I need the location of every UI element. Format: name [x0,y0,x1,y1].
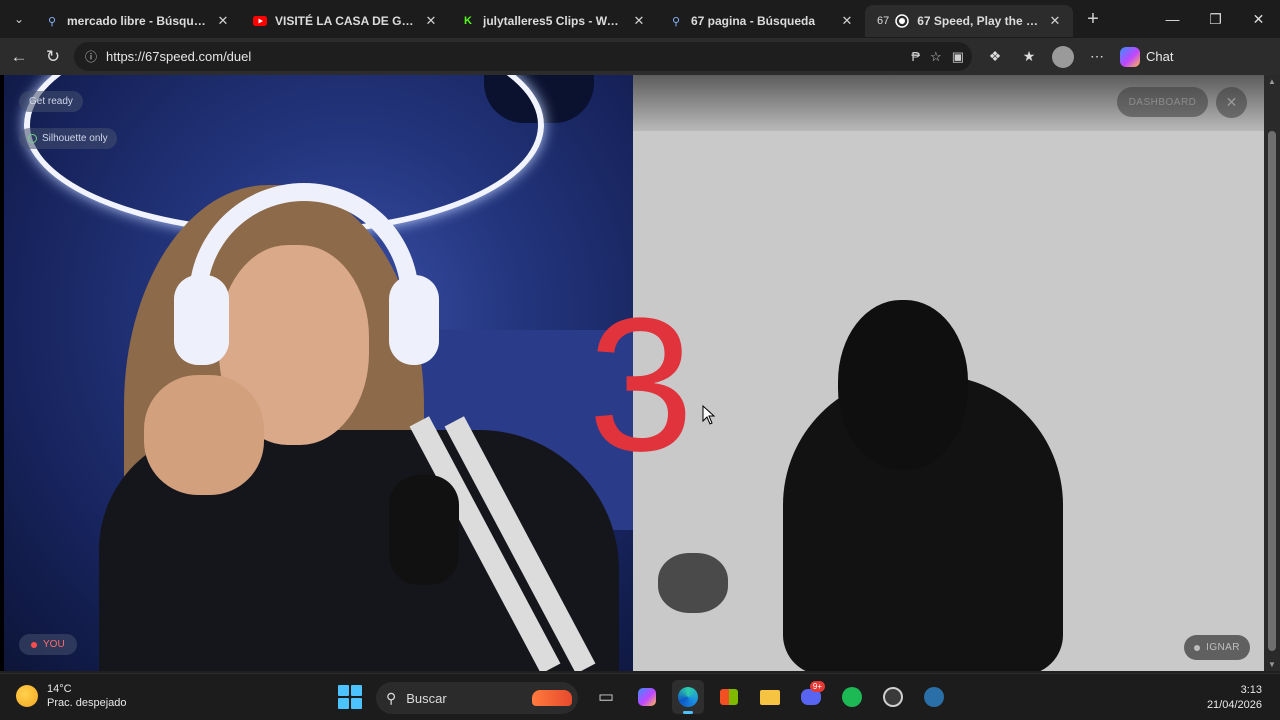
microsoft-store-icon[interactable] [713,680,745,714]
silhouette-only-badge: Silhouette only [19,128,117,149]
scroll-up-arrow-icon[interactable]: ▲ [1264,77,1280,86]
kick-icon: K [464,15,472,27]
discord-icon[interactable]: 9+ [795,680,827,714]
player-camera-feed: Get ready Silhouette only YOU [4,75,633,671]
extensions-icon[interactable]: ❖ [980,42,1010,72]
countdown-number: 3 [588,279,694,491]
page-viewport: Get ready Silhouette only YOU 3 DASHBOAR… [0,75,1280,671]
scroll-down-arrow-icon[interactable]: ▼ [1264,660,1280,669]
browser-toolbar: ← ↻ ⓘ https://67speed.com/duel ₱ ☆ ▣ ❖ ★… [0,38,1280,75]
headset-earcup [389,275,439,365]
close-tab-icon[interactable]: ✕ [423,13,439,29]
tab-mercado-libre[interactable]: ⚲ mercado libre - Búsqueda ✕ [33,5,241,37]
back-arrow-icon[interactable]: ← [4,42,34,72]
copilot-icon [1120,46,1140,67]
ignore-button[interactable]: IGNAR [1184,635,1250,660]
check-circle-icon [28,134,37,143]
profile-avatar[interactable] [1048,42,1078,72]
streamer-hand [144,375,264,495]
sun-weather-icon [16,685,38,707]
search-icon: ⚲ [671,15,681,28]
tab-67-speed[interactable]: 67 67 Speed, Play the Viral 67 Game ✕ [865,5,1073,37]
silhouette-artifact [658,553,728,613]
taskbar-search[interactable]: ⚲ Buscar [376,682,578,714]
dot-icon [1194,644,1201,651]
obs-icon[interactable] [877,680,909,714]
opponent-silhouette-head [838,300,968,470]
you-badge: YOU [19,634,77,655]
edge-icon[interactable] [672,680,704,714]
scrollbar-thumb[interactable] [1268,131,1276,651]
translate-icon[interactable]: ₱ [911,49,920,65]
spotify-icon[interactable] [836,680,868,714]
more-menu-icon[interactable]: ⋯ [1082,42,1112,72]
close-window-icon[interactable]: ✕ [1237,0,1280,38]
window-controls: — ❐ ✕ [1151,0,1280,38]
youtube-icon [253,14,267,28]
url-text[interactable]: https://67speed.com/duel [106,49,911,64]
headset-earcup [174,275,229,365]
close-tab-icon[interactable]: ✕ [839,13,855,29]
favorites-icon[interactable]: ★ [1014,42,1044,72]
windows-start-icon[interactable] [338,685,362,709]
close-tab-icon[interactable]: ✕ [631,13,647,29]
copilot-app-icon[interactable] [631,680,663,714]
close-tab-icon[interactable]: ✕ [215,13,231,29]
dashboard-button[interactable]: DASHBOARD [1117,87,1208,117]
get-ready-badge: Get ready [19,91,83,112]
new-tab-plus-icon[interactable]: + [1079,5,1107,33]
record-icon [895,14,909,28]
camera-icon[interactable]: ▣ [952,49,964,65]
taskbar-apps: ▭ 9+ [590,680,950,714]
copilot-chat-button[interactable]: Chat [1120,46,1173,67]
address-bar[interactable]: ⓘ https://67speed.com/duel ₱ ☆ ▣ [74,42,972,71]
live-dot-icon [31,641,37,648]
mouse-cursor-icon [702,405,716,425]
close-tab-icon[interactable]: ✕ [1047,13,1063,29]
tab-youtube[interactable]: VISITÉ LA CASA DE GASTÓN EDUL ✕ [241,5,449,37]
restore-icon[interactable]: ❐ [1194,0,1237,38]
task-view-icon[interactable]: ▭ [590,680,622,714]
67-icon: 67 [877,15,890,27]
system-clock[interactable]: 3:13 21/04/2026 [1207,683,1262,713]
search-highlight-icon [532,690,572,706]
page-scrollbar[interactable]: ▲ ▼ [1264,75,1280,671]
search-icon: ⚲ [47,15,57,28]
steam-icon[interactable] [918,680,950,714]
opponent-silhouette-feed [633,75,1264,671]
windows-taskbar: 14°C Prac. despejado ⚲ Buscar ▭ 9+ 3:13 … [0,673,1280,720]
reload-icon[interactable]: ↻ [38,42,68,72]
minimize-icon[interactable]: — [1151,0,1194,38]
microphone [389,475,459,585]
tab-67-pagina[interactable]: ⚲ 67 pagina - Búsqueda ✕ [657,5,865,37]
tab-strip: ⌄ ⚲ mercado libre - Búsqueda ✕ VISITÉ LA… [0,0,1280,38]
file-explorer-icon[interactable] [754,680,786,714]
site-info-icon[interactable]: ⓘ [82,48,100,65]
favorite-star-icon[interactable]: ☆ [930,49,942,65]
close-icon[interactable]: ✕ [1216,87,1247,118]
search-icon: ⚲ [386,689,397,706]
tab-list-chevron-icon[interactable]: ⌄ [5,5,33,33]
weather-widget[interactable]: 14°C Prac. despejado [16,682,127,710]
tab-kick[interactable]: K julytalleres5 Clips - Watch Live on Ki… [449,5,657,37]
